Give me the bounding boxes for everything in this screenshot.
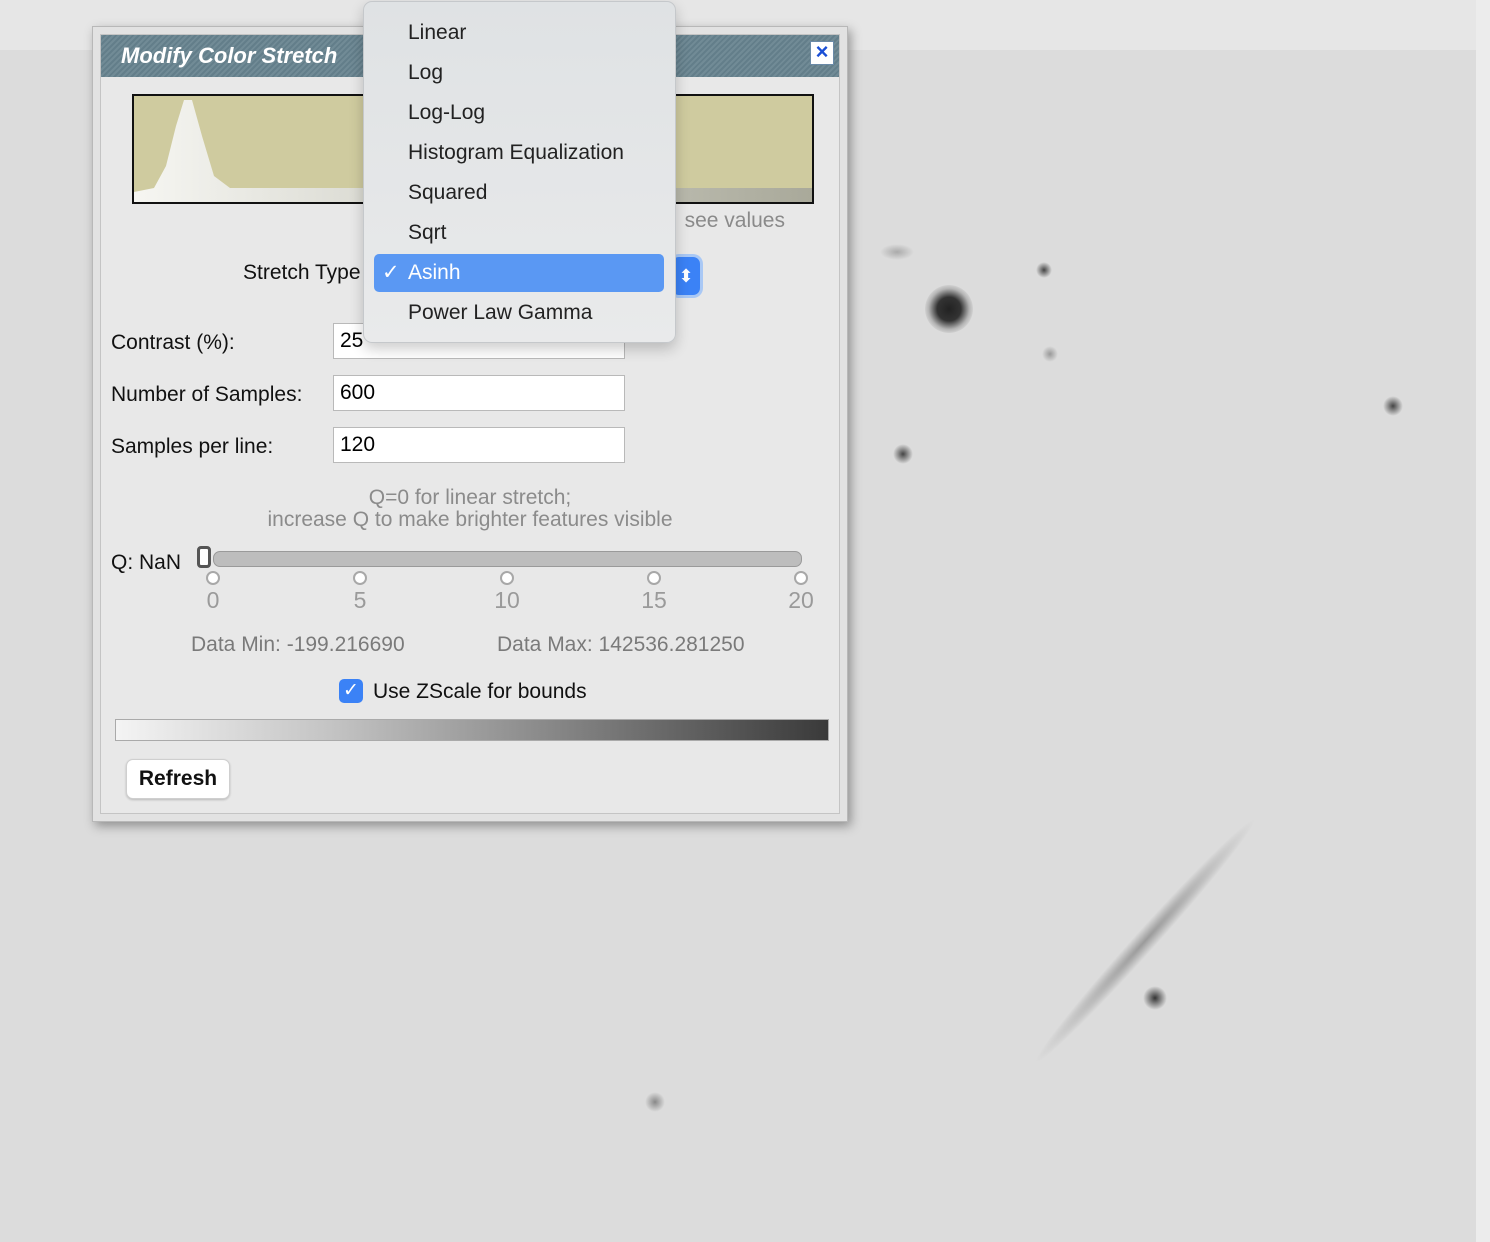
stretch-type-dropdown: Linear Log Log-Log Histogram Equalizatio… [363, 1, 676, 343]
stretch-option-log[interactable]: Log [374, 54, 664, 92]
q-help-text: Q=0 for linear stretch; increase Q to ma… [101, 487, 839, 531]
star [1383, 396, 1403, 416]
star [1042, 346, 1058, 362]
data-max: Data Max: 142536.281250 [497, 633, 745, 656]
q-slider-track[interactable] [213, 551, 802, 567]
q-help-line: increase Q to make brighter features vis… [267, 508, 673, 531]
star [1143, 986, 1167, 1010]
zscale-label[interactable]: Use ZScale for bounds [373, 680, 587, 704]
stretch-option-power-law-gamma[interactable]: Power Law Gamma [374, 294, 664, 332]
stretch-option-linear[interactable]: Linear [374, 14, 664, 52]
samples-per-line-label: Samples per line: [111, 435, 274, 458]
stretch-type-select[interactable]: ⬍ [672, 257, 700, 295]
stretch-option-label: Asinh [408, 261, 461, 284]
slider-tick: 5 [345, 571, 375, 614]
stretch-option-histogram-equalization[interactable]: Histogram Equalization [374, 134, 664, 172]
stretch-option-sqrt[interactable]: Sqrt [374, 214, 664, 252]
close-icon[interactable]: × [810, 41, 834, 65]
checkmark-icon: ✓ [382, 261, 400, 284]
viewer-scroll-edge [1476, 0, 1490, 1242]
star [1036, 262, 1052, 278]
star [645, 1092, 665, 1112]
slider-tick: 10 [492, 571, 522, 614]
refresh-button[interactable]: Refresh [126, 759, 230, 799]
stretch-type-label: Stretch Type [243, 261, 361, 284]
star [925, 285, 973, 333]
galaxy-streak [1026, 811, 1264, 1071]
star [880, 244, 914, 260]
stretch-option-log-log[interactable]: Log-Log [374, 94, 664, 132]
stretch-option-squared[interactable]: Squared [374, 174, 664, 212]
q-slider-handle[interactable] [197, 546, 211, 568]
colorbar [115, 719, 829, 741]
samples-label: Number of Samples: [111, 383, 303, 406]
star [893, 444, 913, 464]
q-help-line: Q=0 for linear stretch; [368, 486, 572, 509]
samples-input[interactable] [333, 375, 625, 411]
data-min: Data Min: -199.216690 [191, 633, 405, 656]
q-value-label: Q: NaN [111, 551, 182, 574]
zscale-checkbox[interactable]: ✓ [339, 679, 363, 703]
stretch-option-asinh[interactable]: ✓ Asinh [374, 254, 664, 292]
slider-tick: 15 [639, 571, 669, 614]
dialog-title: Modify Color Stretch [121, 43, 338, 68]
histogram-hint: see values [684, 209, 785, 232]
contrast-label: Contrast (%): [111, 331, 235, 354]
samples-per-line-input[interactable] [333, 427, 625, 463]
slider-tick: 0 [198, 571, 228, 614]
slider-tick: 20 [786, 571, 816, 614]
